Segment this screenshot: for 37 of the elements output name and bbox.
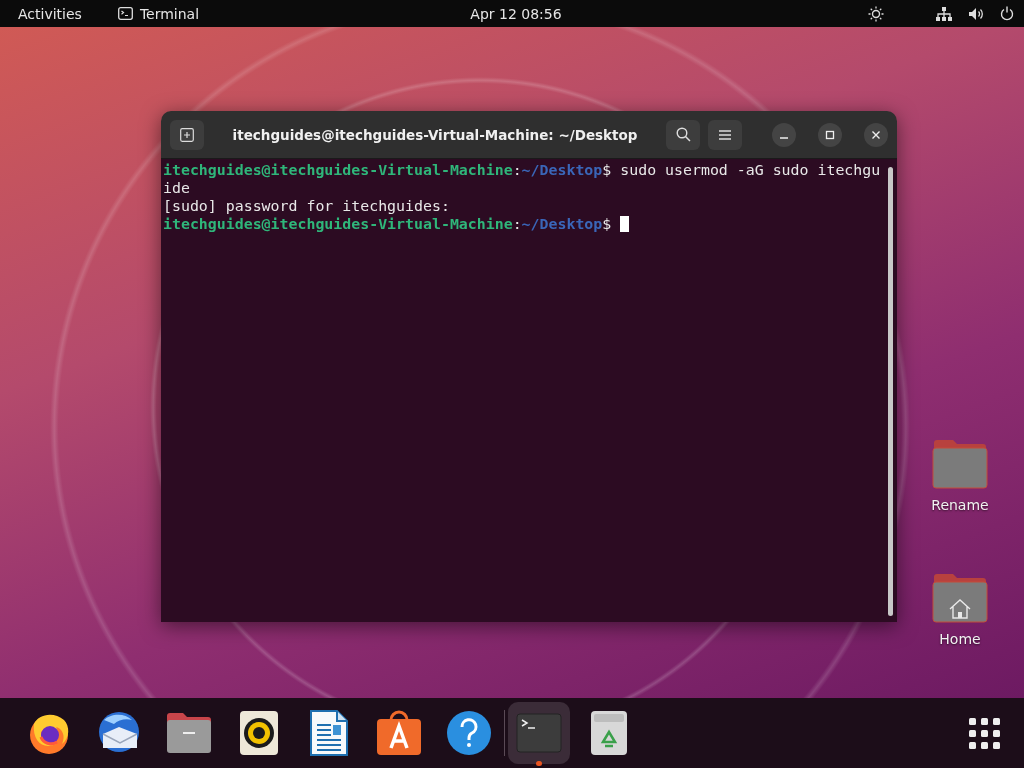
minimize-button[interactable] [772,122,796,147]
scrollbar[interactable] [888,167,893,616]
speaker-icon [239,710,279,756]
help-icon [446,710,492,756]
menu-icon [719,129,731,140]
close-button[interactable] [864,122,888,147]
brightness-icon[interactable] [868,5,884,22]
power-icon[interactable] [1000,6,1014,21]
document-icon [309,709,349,757]
output-line: ide [163,179,191,197]
new-tab-button[interactable] [170,119,204,150]
network-icon[interactable] [936,6,952,21]
prompt-line: itechguides@itechguides-Virtual-Machine:~/Desktop$ sudo usermod -aG sudo itechgu [163,161,882,179]
search-button[interactable] [666,119,700,150]
desktop-icon-label[interactable]: Home [939,631,981,647]
app-menu[interactable]: Terminal [139,5,200,22]
volume-icon[interactable] [968,6,984,21]
window-title: itechguides@itechguides-Virtual-Machine: ~/Desktop [231,126,639,143]
terminal-icon [516,713,562,753]
prompt-line: itechguides@itechguides-Virtual-Machine:~/Desktop$ [163,215,884,233]
plus-icon [180,127,194,142]
app-grid-icon[interactable] [969,717,1000,749]
close-icon [871,129,881,140]
clock[interactable]: Apr 12 08:56 [470,5,562,22]
home-folder-icon[interactable] [932,573,988,623]
maximize-button[interactable] [818,122,842,147]
maximize-icon [825,129,835,140]
recycle-bin-icon [590,710,628,756]
search-icon [675,127,691,142]
shopping-bag-icon [376,710,422,756]
menu-button[interactable] [708,119,742,150]
folder-icon [166,712,212,754]
desktop-icon-label[interactable]: Rename [931,497,989,513]
terminal-icon [117,7,133,20]
output-line: [sudo] password for itechguides: [163,197,451,215]
activities-button[interactable]: Activities [18,5,82,22]
minimize-icon [780,136,788,139]
